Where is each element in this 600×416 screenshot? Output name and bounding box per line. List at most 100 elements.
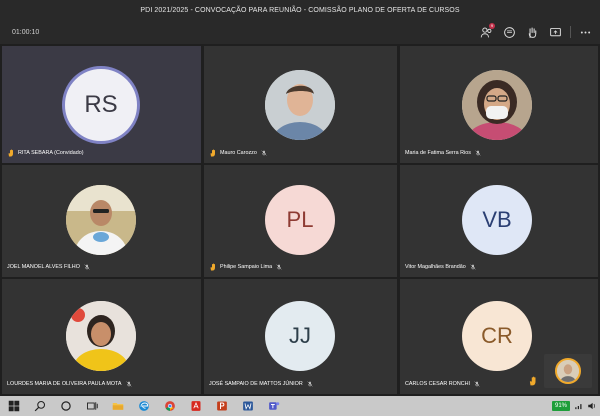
participant-name: Philipe Sampaio Lima [220,264,273,270]
powerpoint-button[interactable] [212,396,232,416]
avatar: JJ [265,301,335,371]
avatar [66,185,136,255]
file-explorer-icon [112,403,124,410]
network-icon[interactable] [574,401,584,411]
task-view-button[interactable] [82,396,102,416]
chrome-icon [165,401,175,411]
battery-indicator[interactable]: 91% [551,401,570,411]
participant-name-label: RITA SEBARA (Convidado) [7,147,84,159]
self-view-preview[interactable] [544,354,592,388]
edge-icon [139,401,149,411]
participant-tile[interactable]: RS RITA SEBARA (Convidado) [2,46,201,163]
cortana-button[interactable] [56,396,76,416]
avatar: CR [462,301,532,371]
teams-icon [269,402,280,410]
chat-icon [503,26,515,38]
start-button[interactable] [4,396,24,416]
participant-tile[interactable]: PL Philipe Sampaio Lima [204,165,397,277]
person-photo-icon [462,70,532,140]
participant-tile[interactable]: JOEL MANOEL ALVES FILHO [2,165,201,277]
participant-tile[interactable]: CR CARLOS CESAR RONCHI [400,279,598,394]
person-photo-icon [66,185,136,255]
mic-muted-icon [474,381,480,387]
participant-name-label: Vitor Magalhães Brandão [405,261,476,273]
participant-tile[interactable]: JJ JOSÉ SAMPAIO DE MATTOS JÚNIOR [204,279,397,394]
word-icon [243,401,253,411]
self-avatar [555,358,581,384]
file-explorer-button[interactable] [108,396,128,416]
participant-tile[interactable]: LOURDES MARIA DE OLIVEIRA PAULA MOTA [2,279,201,394]
avatar-initials: PL [286,207,314,232]
share-screen-button[interactable] [546,23,564,41]
avatar [66,301,136,371]
windows-start-icon [8,400,20,412]
word-button[interactable] [238,396,258,416]
raised-hand-icon [210,263,215,271]
raise-hand-icon [528,27,536,38]
avatar: RS [62,66,140,144]
raised-hand-icon [210,149,215,157]
raise-hand-button[interactable] [523,23,541,41]
teams-button[interactable] [264,396,284,416]
participant-name: Maria de Fatima Serra Rios [405,150,471,156]
participant-name-label: CARLOS CESAR RONCHI [405,378,480,390]
search-icon [34,400,46,412]
participant-name-label: Maria de Fatima Serra Rios [405,147,481,159]
search-button[interactable] [30,396,50,416]
raised-hand-icon [529,376,536,386]
mic-muted-icon [125,381,132,387]
raised-hand-icon [8,149,13,157]
participant-name-label: Mauro Carozzo [209,147,267,159]
mic-muted-icon [307,381,313,387]
avatar-initials: CR [481,323,513,348]
participant-name: LOURDES MARIA DE OLIVEIRA PAULA MOTA [7,381,122,387]
participants-button[interactable]: 9 [477,23,495,41]
more-options-icon [580,31,590,33]
participant-name: RITA SEBARA (Convidado) [18,150,84,156]
avatar: VB [462,185,532,255]
window-title: PDI 2021/2025 - CONVOCAÇÃO PARA REUNIÃO … [0,0,600,20]
meeting-toolbar: 01:00:10 9 [0,20,600,44]
person-photo-icon [265,70,335,140]
person-photo-icon [66,301,136,371]
chat-button[interactable] [500,23,518,41]
participant-name: JOEL MANOEL ALVES FILHO [7,264,80,270]
chrome-button[interactable] [160,396,180,416]
mic-muted-icon [276,264,282,270]
participant-name-label: Philipe Sampaio Lima [209,261,282,273]
avatar-initials: VB [482,207,512,232]
acrobat-icon [191,401,201,411]
share-screen-icon [549,27,561,36]
edge-button[interactable] [134,396,154,416]
teams-meeting-window: { "window": { "title": "PDI 2021/2025 - … [0,0,600,416]
participants-badge: 9 [489,23,495,29]
person-photo-icon [557,360,579,382]
toolbar-divider [570,26,571,38]
participant-tile[interactable]: VB Vitor Magalhães Brandão [400,165,598,277]
participant-tile[interactable]: Maria de Fatima Serra Rios [400,46,598,163]
mic-muted-icon [84,264,90,270]
windows-taskbar: 91% [0,396,600,416]
participant-name: JOSÉ SAMPAIO DE MATTOS JÚNIOR [209,381,303,387]
acrobat-button[interactable] [186,396,206,416]
mic-muted-icon [475,150,481,156]
participant-name: Mauro Carozzo [220,150,257,156]
avatar-initials: JJ [289,323,311,348]
cortana-icon [61,401,71,411]
mic-muted-icon [470,264,476,270]
task-view-icon [87,402,98,410]
powerpoint-icon [217,401,227,411]
meeting-timer: 01:00:10 [12,28,40,36]
participant-name-label: JOEL MANOEL ALVES FILHO [7,261,90,273]
mic-muted-icon [261,150,267,156]
participant-name-label: JOSÉ SAMPAIO DE MATTOS JÚNIOR [209,378,313,390]
participant-name-label: LOURDES MARIA DE OLIVEIRA PAULA MOTA [7,378,132,390]
more-options-button[interactable] [576,23,594,41]
avatar [462,70,532,140]
video-grid: RS RITA SEBARA (Convidado) Mauro Carozzo [0,44,600,396]
participant-name: Vitor Magalhães Brandão [405,264,466,270]
avatar [265,70,335,140]
participant-tile[interactable]: Mauro Carozzo [204,46,397,163]
avatar: PL [265,185,335,255]
volume-icon[interactable] [587,401,597,411]
